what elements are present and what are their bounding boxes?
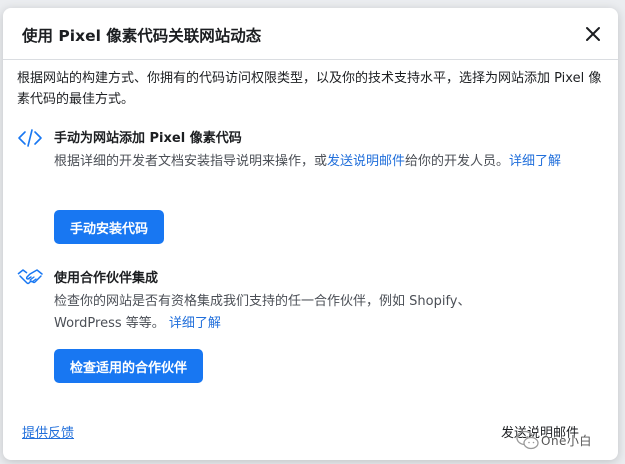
footer-send-instructions[interactable]: 发送说明邮件 [501, 422, 579, 441]
manual-section-title: 手动为网站添加 Pixel 像素代码 [54, 131, 242, 146]
manual-body-text-end: 给你的开发人员。 [405, 154, 510, 169]
dialog-header: 使用 Pixel 像素代码关联网站动态 [3, 8, 618, 60]
partner-section-title: 使用合作伙伴集成 [54, 271, 159, 286]
manual-install-button[interactable]: 手动安装代码 [54, 210, 165, 244]
dialog-title: 使用 Pixel 像素代码关联网站动态 [22, 27, 262, 45]
code-icon [17, 127, 43, 149]
pixel-setup-dialog: 使用 Pixel 像素代码关联网站动态 根据网站的构建方式、你拥有的代码访问权限… [3, 8, 618, 460]
send-instructions-link[interactable]: 发送说明邮件 [327, 154, 405, 169]
check-partners-button[interactable]: 检查适用的合作伙伴 [54, 349, 204, 383]
manual-section-body: 根据详细的开发者文档安装指导说明来操作，或发送说明邮件给你的开发人员。详细了解 [54, 151, 594, 173]
manual-learn-more-link[interactable]: 详细了解 [509, 154, 561, 169]
manual-body-text: 根据详细的开发者文档安装指导说明来操作，或 [54, 154, 328, 169]
handshake-icon [17, 266, 43, 288]
close-icon[interactable] [582, 23, 604, 45]
partner-learn-more-link[interactable]: 详细了解 [169, 316, 221, 331]
feedback-link[interactable]: 提供反馈 [22, 422, 74, 441]
partner-section-body: 检查你的网站是否有资格集成我们支持的任一合作伙伴，例如 Shopify、Word… [54, 291, 524, 335]
partner-body-text: 检查你的网站是否有资格集成我们支持的任一合作伙伴，例如 Shopify、Word… [54, 294, 471, 331]
intro-text: 根据网站的构建方式、你拥有的代码访问权限类型，以及你的技术支持水平，选择为网站添… [17, 71, 602, 107]
